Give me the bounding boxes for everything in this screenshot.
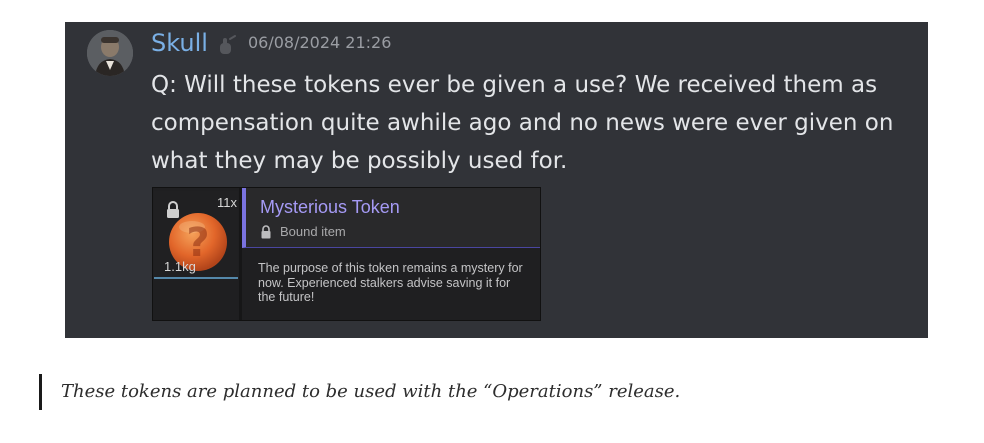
- discord-message-screenshot: Skull 06/08/2024 21:26 Q: Will these tok…: [65, 22, 928, 338]
- reply-text: These tokens are planned to be used with…: [61, 381, 681, 402]
- item-weight: 1.1kg: [164, 259, 196, 274]
- item-quantity: 11x: [217, 195, 237, 210]
- bound-label: Bound item: [280, 224, 346, 239]
- lock-icon: [261, 224, 271, 238]
- item-description: The purpose of this token remains a myst…: [258, 261, 523, 304]
- username[interactable]: Skull: [151, 28, 208, 58]
- message-text: Q: Will these tokens ever be given a use…: [151, 72, 894, 174]
- user-avatar[interactable]: [87, 30, 133, 76]
- controller-badge-icon: [216, 34, 238, 56]
- bound-status: Bound item: [260, 224, 346, 239]
- blockquote-bar: [39, 374, 42, 410]
- item-slot[interactable]: 11x ? 1.1kg: [154, 191, 238, 279]
- message-header: Skull 06/08/2024 21:26: [151, 28, 391, 58]
- item-header: Mysterious Token Bound item: [242, 188, 540, 248]
- item-name: Mysterious Token: [260, 197, 400, 217]
- message-timestamp: 06/08/2024 21:26: [247, 33, 392, 52]
- item-tooltip-card: 11x ? 1.1kg Mysterious Token Bound item …: [152, 187, 541, 321]
- avatar-image: [87, 30, 133, 76]
